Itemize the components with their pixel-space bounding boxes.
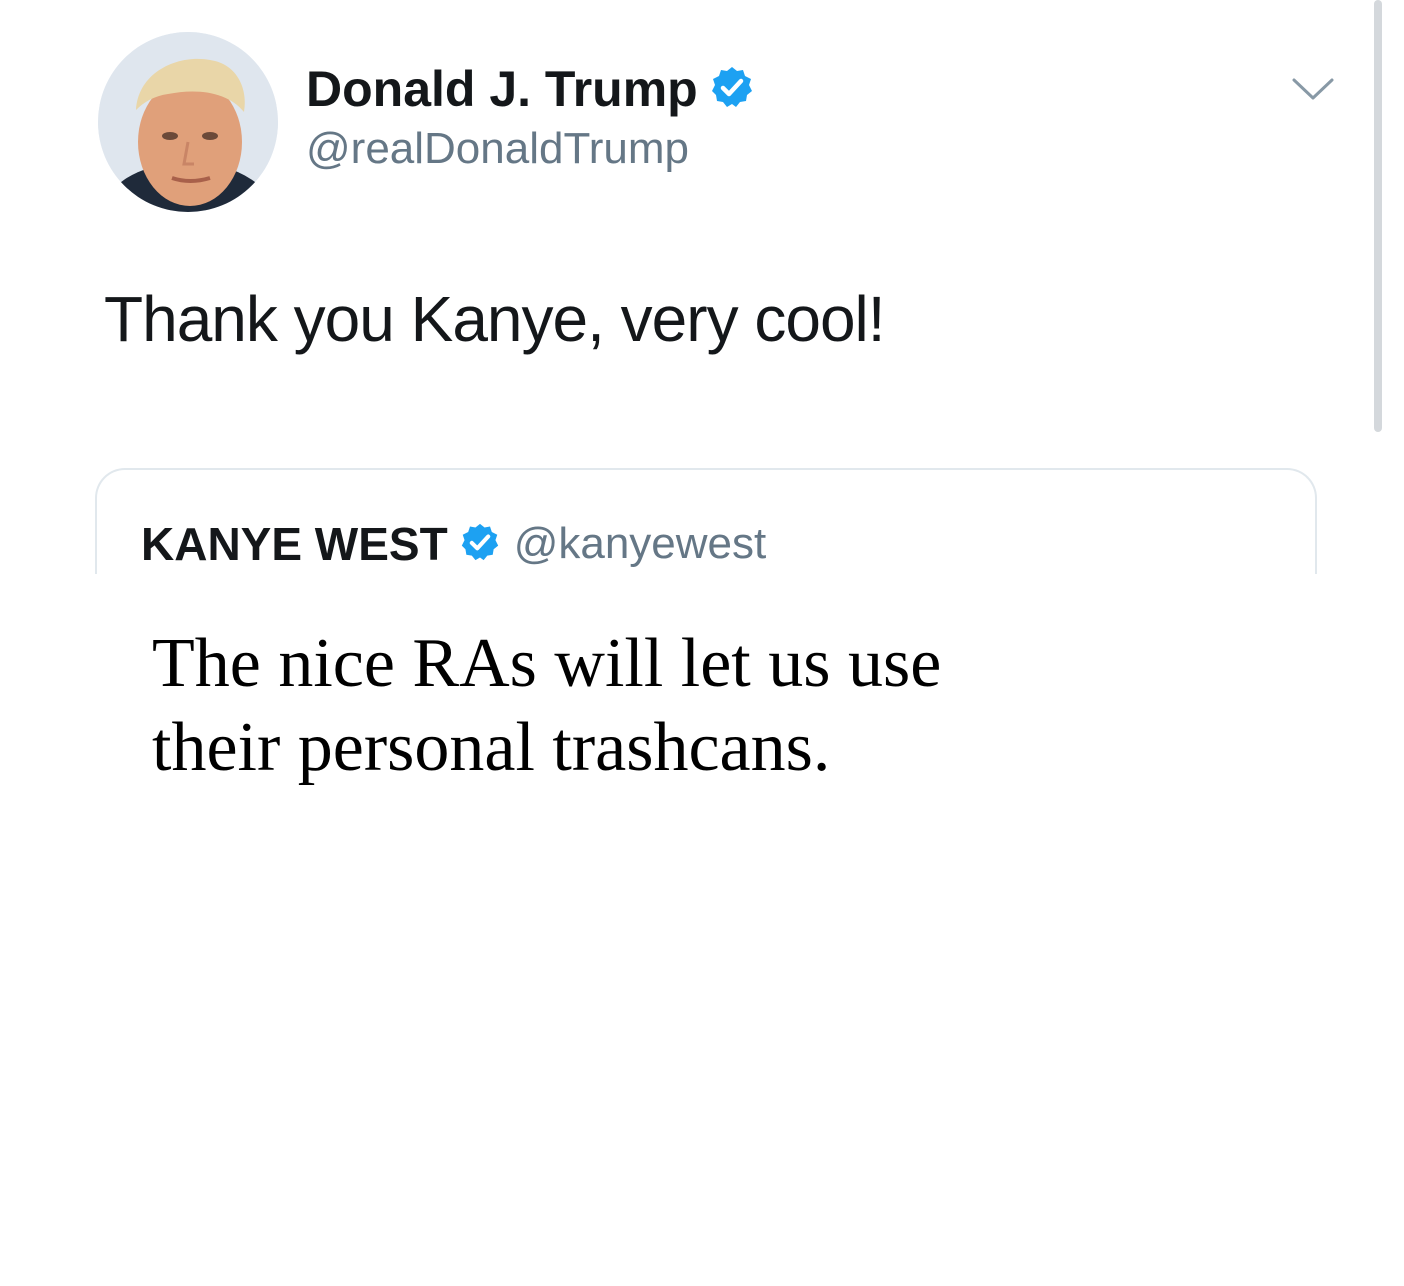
- scrollbar[interactable]: [1374, 0, 1382, 432]
- avatar[interactable]: [98, 32, 278, 212]
- quoted-tweet-header: KANYE WEST @kanyewest: [141, 514, 766, 574]
- quoted-tweet-card[interactable]: KANYE WEST @kanyewest: [95, 468, 1317, 574]
- meme-canvas: Donald J. Trump @realDonaldTrump Thank y…: [0, 0, 1404, 1286]
- caption-line-1: The nice RAs will let us use: [152, 625, 942, 702]
- verified-badge-icon: [460, 522, 500, 567]
- author-display-name[interactable]: Donald J. Trump: [306, 60, 698, 118]
- caption-line-2: their personal trashcans.: [152, 709, 831, 786]
- avatar-portrait: [98, 32, 278, 212]
- author-name-row: Donald J. Trump: [306, 56, 754, 122]
- author-handle[interactable]: @realDonaldTrump: [306, 124, 689, 174]
- chevron-down-icon[interactable]: [1290, 74, 1336, 104]
- tweet-text: Thank you Kanye, very cool!: [104, 283, 886, 355]
- quoted-author-handle: @kanyewest: [513, 519, 767, 568]
- meme-caption: The nice RAs will let us use their perso…: [152, 622, 1252, 790]
- quoted-author-name: KANYE WEST: [141, 518, 448, 570]
- verified-badge-icon: [710, 65, 754, 114]
